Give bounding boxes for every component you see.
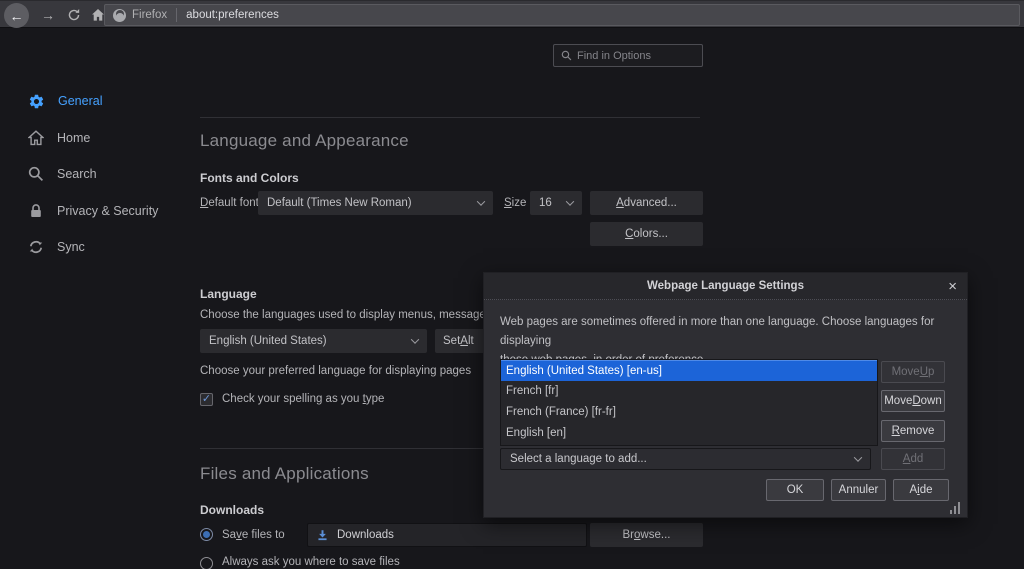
browse-button[interactable]: Browse... <box>590 523 703 547</box>
default-font-value: Default (Times New Roman) <box>267 197 412 209</box>
find-in-options[interactable] <box>553 44 703 67</box>
sidebar-label-home: Home <box>57 131 90 145</box>
section-divider <box>200 117 700 118</box>
always-ask-label: Always ask you where to save files <box>222 556 400 568</box>
language-list-item[interactable]: English [en] <box>501 423 877 444</box>
urlbar-divider <box>176 8 177 22</box>
reload-button[interactable] <box>62 1 86 29</box>
default-font-select[interactable]: Default (Times New Roman) <box>258 191 493 215</box>
always-ask-radio[interactable] <box>200 557 213 569</box>
language-list-item[interactable]: French (France) [fr-fr] <box>501 402 877 423</box>
add-language-select[interactable]: Select a language to add... <box>500 448 871 470</box>
colors-button[interactable]: Colors... <box>590 222 703 246</box>
dialog-titlebar[interactable]: Webpage Language Settings × <box>484 273 967 300</box>
language-appearance-title: Language and Appearance <box>200 131 409 151</box>
fonts-colors-title: Fonts and Colors <box>200 171 299 185</box>
firefox-label: Firefox <box>132 9 167 21</box>
font-size-value: 16 <box>539 197 552 209</box>
dialog-description-line1: Web pages are sometimes offered in more … <box>500 313 956 351</box>
forward-arrow-icon: → <box>41 7 55 23</box>
reload-icon <box>67 8 81 22</box>
browser-toolbar: ← → Firefox about:preferences <box>0 0 1024 28</box>
size-label: Size <box>504 191 526 215</box>
back-button[interactable]: ← <box>4 3 29 28</box>
language-menus-description: Choose the languages used to display men… <box>200 309 495 321</box>
chevron-down-icon <box>411 335 419 343</box>
language-title: Language <box>200 287 257 301</box>
chevron-down-icon <box>477 197 485 205</box>
resize-grip-icon[interactable] <box>950 501 964 514</box>
check-icon: ✓ <box>202 394 211 405</box>
back-arrow-icon: ← <box>10 8 24 24</box>
close-icon[interactable]: × <box>948 273 957 300</box>
downloads-title: Downloads <box>200 503 264 517</box>
url-text: about:preferences <box>186 9 279 21</box>
gear-icon <box>28 93 45 110</box>
spellcheck-checkbox[interactable]: ✓ <box>200 393 213 406</box>
search-icon <box>561 50 572 61</box>
sidebar-item-general[interactable]: General <box>28 90 102 112</box>
forward-button[interactable]: → <box>36 1 60 29</box>
sidebar-label-search: Search <box>57 167 97 181</box>
find-in-options-input[interactable] <box>577 50 695 62</box>
help-button[interactable]: Aide <box>893 479 949 501</box>
firefox-icon <box>113 9 126 22</box>
sidebar-item-search[interactable]: Search <box>28 163 97 185</box>
add-language-placeholder: Select a language to add... <box>510 453 647 465</box>
download-path-field[interactable]: Downloads <box>307 523 587 547</box>
cancel-button[interactable]: Annuler <box>831 479 886 501</box>
default-font-label: Default font <box>200 191 259 215</box>
lock-icon <box>28 203 44 219</box>
home-icon <box>28 130 44 146</box>
font-size-select[interactable]: 16 <box>530 191 582 215</box>
sidebar-item-privacy-security[interactable]: Privacy & Security <box>28 200 158 222</box>
dialog-title: Webpage Language Settings <box>647 280 804 292</box>
advanced-button[interactable]: Advanced... <box>590 191 703 215</box>
chevron-down-icon <box>854 453 862 461</box>
language-list-item[interactable]: French [fr] <box>501 381 877 402</box>
download-icon <box>316 529 329 542</box>
sidebar-item-home[interactable]: Home <box>28 127 90 149</box>
move-up-button[interactable]: Move Up <box>881 361 945 383</box>
move-down-button[interactable]: Move Down <box>881 390 945 412</box>
files-applications-title: Files and Applications <box>200 464 369 484</box>
add-button[interactable]: Add <box>881 448 945 470</box>
sidebar-item-sync[interactable]: Sync <box>28 236 85 258</box>
sidebar-label-sync: Sync <box>57 240 85 254</box>
sidebar-label-general: General <box>58 94 102 108</box>
search-icon <box>28 166 44 182</box>
ui-language-select[interactable]: English (United States) <box>200 329 427 353</box>
spellcheck-label: Check your spelling as you type <box>222 393 384 405</box>
firefox-window: ← → Firefox about:preferences Gene <box>0 0 1024 569</box>
language-listbox[interactable]: English (United States) [en-us] French [… <box>500 359 878 446</box>
ui-language-value: English (United States) <box>209 335 327 347</box>
chevron-down-icon <box>566 197 574 205</box>
preferences-page: General Home Search Privacy & Security S… <box>0 29 1024 569</box>
pages-language-description: Choose your preferred language for displ… <box>200 365 471 377</box>
sync-icon <box>28 239 44 255</box>
save-files-to-radio[interactable] <box>200 528 213 541</box>
download-path-value: Downloads <box>337 529 394 541</box>
webpage-language-settings-dialog: Webpage Language Settings × Web pages ar… <box>483 272 968 518</box>
ok-button[interactable]: OK <box>766 479 824 501</box>
url-bar[interactable]: Firefox about:preferences <box>104 4 1020 26</box>
home-icon <box>91 8 105 22</box>
sidebar-label-privacy-security: Privacy & Security <box>57 204 158 218</box>
remove-button[interactable]: Remove <box>881 420 945 442</box>
save-files-to-label: Save files to <box>222 523 285 547</box>
language-list-item[interactable]: English (United States) [en-us] <box>501 360 877 381</box>
